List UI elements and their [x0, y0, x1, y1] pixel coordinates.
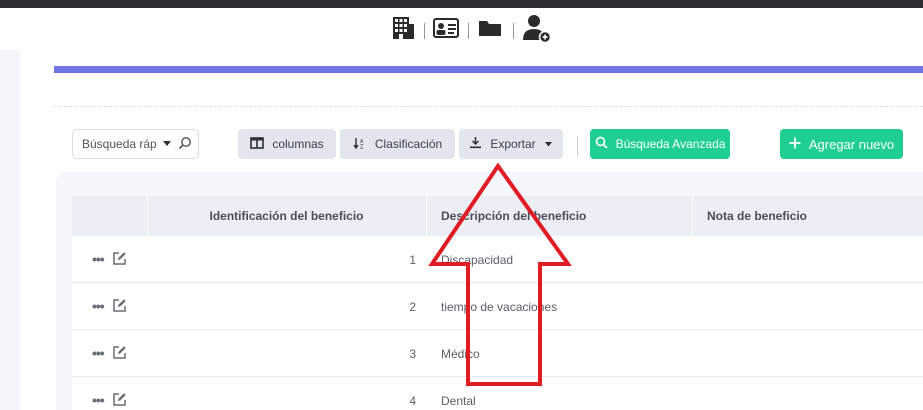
sort-label: Clasificación — [374, 137, 443, 151]
advanced-search-button[interactable]: Búsqueda Avanzada — [590, 129, 730, 159]
sort-icon: AZ — [353, 137, 367, 152]
benefit-description: Dental — [441, 393, 476, 408]
icon-separator — [468, 23, 469, 39]
edit-icon[interactable] — [112, 345, 127, 365]
columns-button[interactable]: columnas — [238, 129, 336, 159]
column-divider — [692, 196, 693, 236]
top-dark-bar — [0, 0, 923, 8]
edit-icon[interactable] — [112, 298, 127, 318]
benefit-description: tiempo de vacaciones — [441, 299, 558, 314]
header-actions — [72, 196, 147, 236]
table-row[interactable]: ••• 1 Discapacidad — [72, 236, 923, 283]
id-card-icon[interactable] — [433, 14, 459, 42]
header-benefit-note[interactable]: Nota de beneficio — [707, 196, 907, 236]
add-new-button[interactable]: Agregar nuevo — [780, 129, 903, 159]
accent-bar — [54, 66, 923, 73]
add-new-label: Agregar nuevo — [808, 136, 895, 152]
benefit-id: 2 — [409, 299, 416, 314]
export-label: Exportar — [490, 137, 536, 151]
benefit-description: Médico — [441, 346, 480, 361]
table-header: Identificación del beneficio Descripción… — [72, 196, 923, 236]
sort-button[interactable]: AZ Clasificación — [340, 129, 455, 159]
benefit-id: 1 — [409, 252, 416, 267]
icon-separator — [424, 23, 425, 39]
header-benefit-id[interactable]: Identificación del beneficio — [147, 196, 426, 236]
edit-icon[interactable] — [112, 251, 127, 271]
dashed-divider — [54, 106, 923, 107]
search-icon[interactable] — [178, 136, 192, 153]
icon-separator — [513, 23, 514, 39]
advanced-search-label: Búsqueda Avanzada — [615, 137, 726, 151]
page: Búsqueda rápida columnas AZ Clasificació… — [0, 0, 923, 410]
more-options-icon[interactable]: ••• — [92, 299, 105, 313]
column-divider — [426, 196, 427, 236]
table-row[interactable]: ••• 2 tiempo de vacaciones — [72, 283, 923, 330]
module-icon-bar — [0, 8, 923, 50]
benefit-note — [707, 330, 907, 377]
benefit-note — [707, 236, 907, 283]
search-icon — [595, 136, 608, 152]
svg-text:Z: Z — [360, 144, 364, 149]
more-options-icon[interactable]: ••• — [92, 346, 105, 360]
table-row[interactable]: ••• 3 Médico — [72, 330, 923, 377]
header-benefit-description[interactable]: Descripción del beneficio — [441, 196, 681, 236]
benefit-id: 3 — [409, 346, 416, 361]
building-icon[interactable] — [391, 14, 415, 42]
more-options-icon[interactable]: ••• — [92, 252, 105, 266]
caret-down-icon[interactable] — [162, 137, 172, 151]
add-user-icon[interactable] — [522, 14, 552, 43]
quick-search-input[interactable]: Búsqueda rápida — [72, 129, 199, 159]
plus-icon — [789, 137, 801, 152]
benefit-note — [707, 377, 907, 410]
more-options-icon[interactable]: ••• — [92, 393, 105, 407]
quick-search-placeholder: Búsqueda rápida — [82, 137, 156, 151]
benefits-table: Identificación del beneficio Descripción… — [72, 196, 923, 410]
benefit-id: 4 — [409, 393, 416, 408]
download-icon — [469, 136, 482, 152]
toolbar-separator — [577, 136, 578, 156]
folder-icon[interactable] — [478, 14, 504, 42]
table-row[interactable]: ••• 4 Dental — [72, 377, 923, 410]
edit-icon[interactable] — [112, 392, 127, 410]
columns-icon — [250, 136, 265, 152]
columns-label: columnas — [272, 137, 324, 151]
benefit-note — [707, 283, 907, 330]
benefit-description: Discapacidad — [441, 252, 514, 267]
caret-down-icon — [544, 137, 553, 151]
export-button[interactable]: Exportar — [459, 129, 563, 159]
